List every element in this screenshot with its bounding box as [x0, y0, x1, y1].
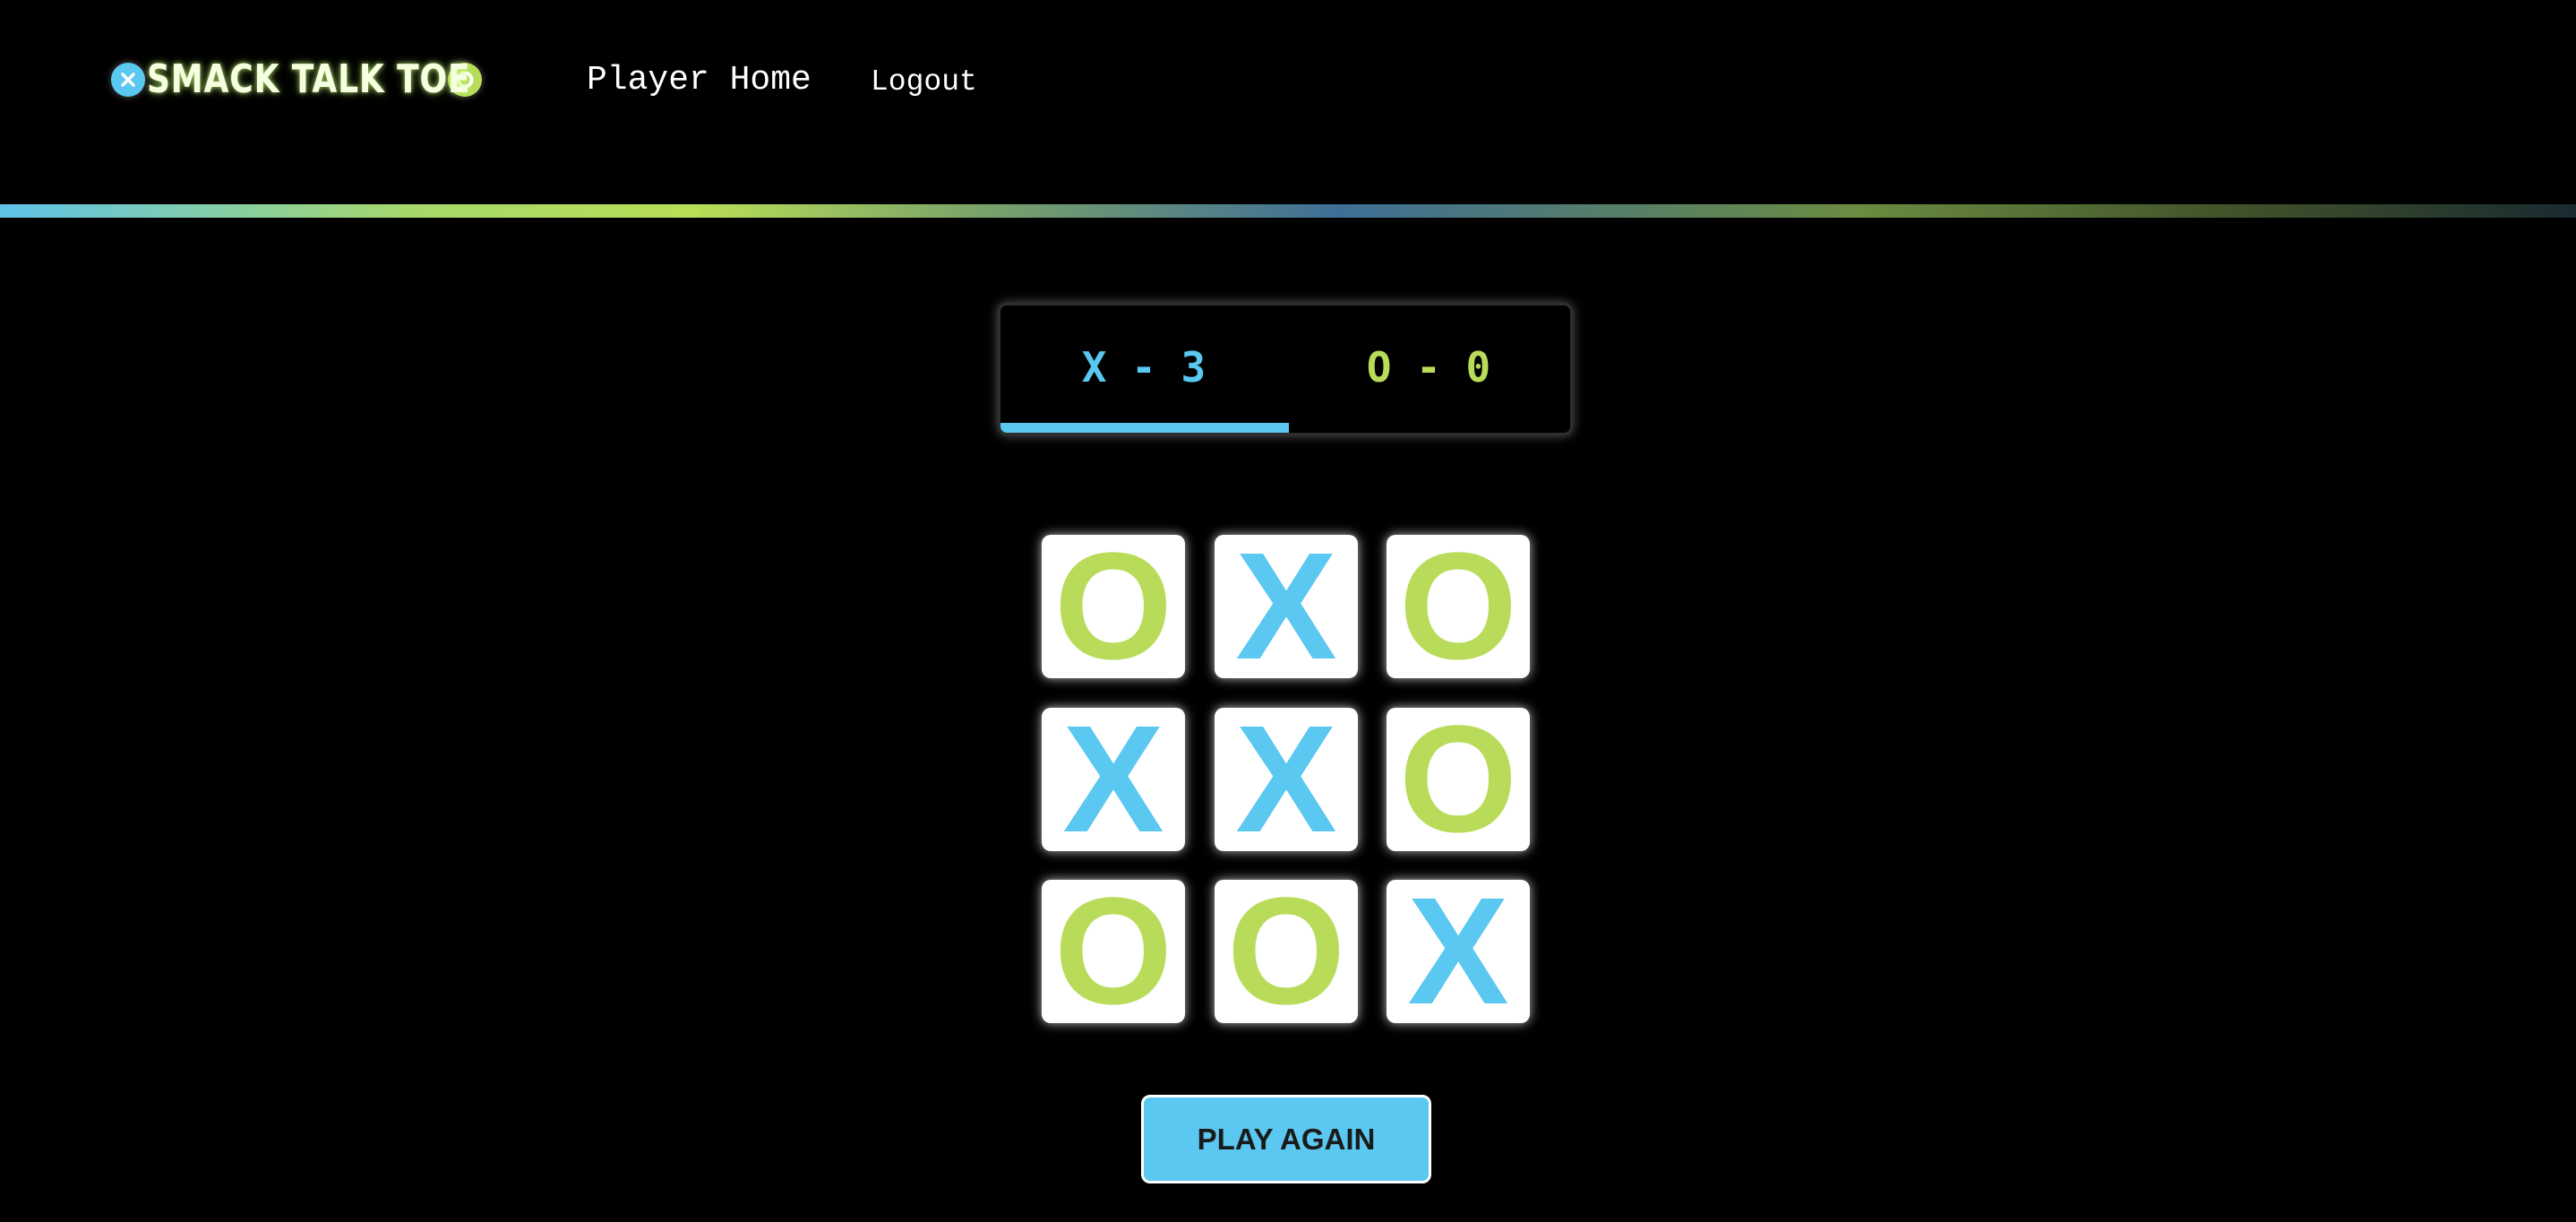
game-board: O X O X X O O O X [1042, 535, 1531, 1024]
board-cell[interactable]: X [1042, 708, 1185, 851]
board-cell[interactable]: O [1387, 535, 1530, 678]
active-player-indicator [1000, 423, 1289, 433]
app-logo: SMACK TALK TOE [111, 59, 482, 100]
board-cell[interactable]: X [1215, 708, 1358, 851]
scoreboard: X - 3 O - 0 [998, 303, 1573, 435]
board-cell[interactable]: O [1387, 708, 1530, 851]
nav-logout[interactable]: Logout [871, 65, 977, 99]
header-gradient-divider [0, 204, 2576, 218]
score-x: X - 3 [1081, 343, 1206, 392]
x-circle-icon [111, 63, 145, 97]
logo-text: SMACK TALK TOE [147, 56, 471, 102]
score-o: O - 0 [1366, 343, 1491, 392]
board-cell[interactable]: O [1042, 535, 1185, 678]
board-cell[interactable]: O [1215, 880, 1358, 1023]
board-cell[interactable]: X [1215, 535, 1358, 678]
nav-player-home[interactable]: Player Home [587, 61, 811, 99]
board-cell[interactable]: O [1042, 880, 1185, 1023]
play-again-button[interactable]: PLAY AGAIN [1141, 1095, 1431, 1183]
board-cell[interactable]: X [1387, 880, 1530, 1023]
